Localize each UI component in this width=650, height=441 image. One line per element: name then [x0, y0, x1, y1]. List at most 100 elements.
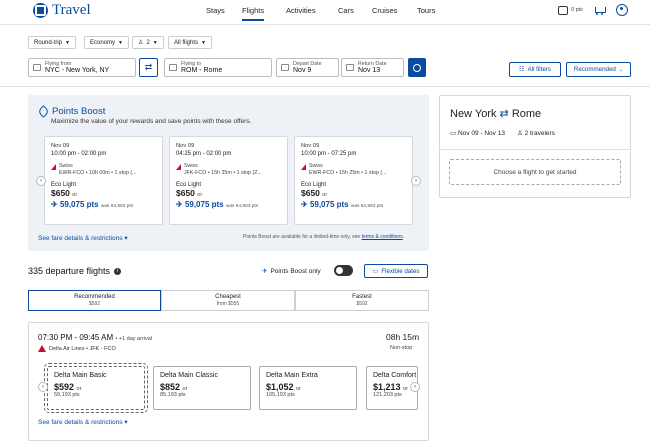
chevron-left-icon: ‹	[40, 178, 42, 184]
fare-option[interactable]: Delta Main Extra $1,052 or 105,193 pts	[259, 366, 357, 410]
fare-points: 85,193 pts	[160, 392, 186, 398]
flying-from-field[interactable]: Flying from NYC - New York, NY	[28, 58, 136, 77]
flight-stops: Non-stop	[390, 345, 413, 351]
flying-from-value[interactable]: NYC - New York, NY	[45, 67, 109, 75]
plane-takeoff-icon	[33, 64, 41, 71]
boost-card[interactable]: Nov 09 10:00 pm - 02:00 pm Swiss EWR-FCO …	[44, 136, 163, 225]
boost-card-time: 10:00 pm - 07:25 pm	[301, 151, 357, 157]
was-points: was 64,983 pts	[350, 204, 384, 209]
chevron-down-icon: ▼	[118, 39, 123, 46]
swiss-logo-icon	[176, 164, 181, 170]
nav-stays[interactable]: Stays	[206, 6, 225, 19]
plane-boost-icon	[37, 105, 50, 118]
return-date-field[interactable]: Return Date Nov 13	[341, 58, 404, 77]
flying-to-field[interactable]: Flying to ROM - Rome	[164, 58, 272, 77]
brand-logo[interactable]: Travel	[33, 2, 91, 19]
points-value: 0 pts	[571, 7, 583, 13]
points-boost-heading: Points Boost	[37, 105, 106, 118]
info-icon[interactable]: i	[114, 267, 122, 275]
calendar-icon: ▭	[372, 267, 379, 275]
or-text: or	[197, 192, 203, 198]
flight-fare-details-link[interactable]: See fare details & restrictions ▾	[38, 418, 128, 426]
boost-card-points: ✈ 59,075 pts was 64,983 pts	[51, 200, 134, 209]
chevron-down-icon: ▼	[65, 39, 70, 46]
points-boost-toggle[interactable]	[334, 265, 353, 276]
return-date-value[interactable]: Nov 13	[358, 67, 387, 75]
return-date-label: Return Date	[358, 60, 387, 67]
chevron-down-icon: ⌄	[618, 66, 624, 73]
trip-dates: Nov 09 - Nov 13	[457, 130, 505, 137]
boost-fare-details-link[interactable]: See fare details & restrictions ▾	[38, 234, 128, 242]
flight-duration: 08h 15m	[386, 332, 420, 342]
terms-link[interactable]: terms & conditions	[362, 234, 403, 240]
fares-prev-button[interactable]: ‹	[38, 382, 48, 392]
cabin-select[interactable]: Economy ▼	[84, 36, 129, 49]
all-filters-label: All filters	[527, 66, 551, 73]
all-filters-button[interactable]: ☷ All filters	[509, 62, 561, 77]
wallet-icon	[558, 5, 568, 15]
boost-card-airline: Swiss JFK-FCO • 15h 35m • 1 stop (Z...	[176, 163, 281, 177]
fares-next-button[interactable]: ›	[410, 382, 420, 392]
trip-type-select[interactable]: Round-trip ▼	[28, 36, 76, 49]
flying-to-value[interactable]: ROM - Rome	[181, 67, 222, 75]
fare-price: $592 or	[54, 382, 82, 392]
fare-option[interactable]: Delta Main Basic $592 or 59,193 pts	[44, 363, 148, 413]
choose-flight-placeholder: Choose a flight to get started	[449, 159, 621, 185]
points-boost-title: Points Boost	[52, 106, 106, 117]
boost-card-route: EWR-FCO • 15h 25m • 1 stop (...	[309, 170, 387, 176]
was-points: was 64,983 pts	[100, 204, 134, 209]
depart-date-field[interactable]: Depart Date Nov 9	[276, 58, 339, 77]
search-button[interactable]	[408, 58, 426, 77]
sort-tab-fastest[interactable]: Fastest $592	[295, 290, 429, 311]
summary-divider	[439, 149, 631, 150]
sort-tab-cheapest[interactable]: Cheapest from $555	[161, 290, 295, 311]
flight-airline: Delta Air Lines • JFK - FCO	[38, 345, 116, 352]
depart-date-value[interactable]: Nov 9	[293, 67, 322, 75]
person-icon: ♙	[516, 130, 523, 137]
account-icon[interactable]	[615, 4, 628, 16]
sort-value: Recommended	[573, 66, 616, 73]
trip-travelers: 2 travelers	[524, 130, 555, 137]
fare-price: $1,213 or	[373, 382, 408, 392]
nav-tours[interactable]: Tours	[417, 6, 435, 19]
nav-flights[interactable]: Flights	[242, 6, 265, 21]
swap-airports-button[interactable]: ⇄	[139, 58, 158, 77]
boost-next-button[interactable]: ›	[411, 176, 421, 186]
points-boost-toggle-label: ✈ Points Boost only	[262, 267, 321, 276]
boost-card[interactable]: Nov 09 04:25 pm - 02:00 pm Swiss JFK-FCO …	[169, 136, 288, 225]
boost-card-route: EWR-FCO • 10h 00m • 1 stop (...	[59, 170, 137, 176]
cart-icon[interactable]	[593, 5, 606, 16]
nav-cruises[interactable]: Cruises	[372, 6, 397, 19]
fare-name: Delta Main Basic	[54, 372, 107, 379]
nav-activities[interactable]: Activities	[286, 6, 316, 19]
filter-icon: ☷	[519, 66, 525, 73]
boost-card-price: $650 or	[176, 188, 203, 198]
calendar-icon: ▭	[450, 130, 457, 137]
boost-card-price: $650 or	[301, 188, 328, 198]
header-actions: 0 pts	[558, 4, 628, 16]
header-divider	[0, 24, 650, 25]
chevron-down-icon: ▾	[124, 235, 128, 242]
departures-heading: 335 departure flights i	[28, 266, 122, 276]
sort-select[interactable]: Recommended ⌄	[566, 62, 631, 77]
was-points: was 64,983 pts	[225, 204, 259, 209]
points-balance[interactable]: 0 pts	[558, 5, 583, 15]
flight-type-select[interactable]: All flights ▼	[168, 36, 212, 49]
airline-name: Swiss	[59, 163, 73, 169]
boost-card-points: ✈ 59,075 pts was 64,983 pts	[301, 200, 384, 209]
arrival-note: • +1 day arrival	[115, 336, 153, 342]
fare-option[interactable]: Delta Main Classic $852 or 85,193 pts	[153, 366, 251, 410]
travelers-select[interactable]: ♙ 2 ▼	[132, 36, 164, 49]
boost-prev-button[interactable]: ‹	[36, 176, 46, 186]
flexible-dates-button[interactable]: ▭ Flexible dates	[364, 264, 428, 278]
boost-card[interactable]: Nov 09 10:00 pm - 07:25 pm Swiss EWR-FCO …	[294, 136, 413, 225]
airline-name: Swiss	[309, 163, 323, 169]
chevron-down-icon: ▾	[124, 419, 128, 426]
fare-points: 105,193 pts	[266, 392, 295, 398]
points-boost-subtitle: Maximize the value of your rewards and s…	[51, 118, 252, 125]
trip-type-value: Round-trip	[34, 39, 63, 46]
sort-tab-recommended[interactable]: Recommended $592	[28, 290, 161, 311]
swap-icon: ⇄	[499, 108, 509, 120]
swiss-logo-icon	[51, 164, 56, 170]
nav-cars[interactable]: Cars	[338, 6, 354, 19]
